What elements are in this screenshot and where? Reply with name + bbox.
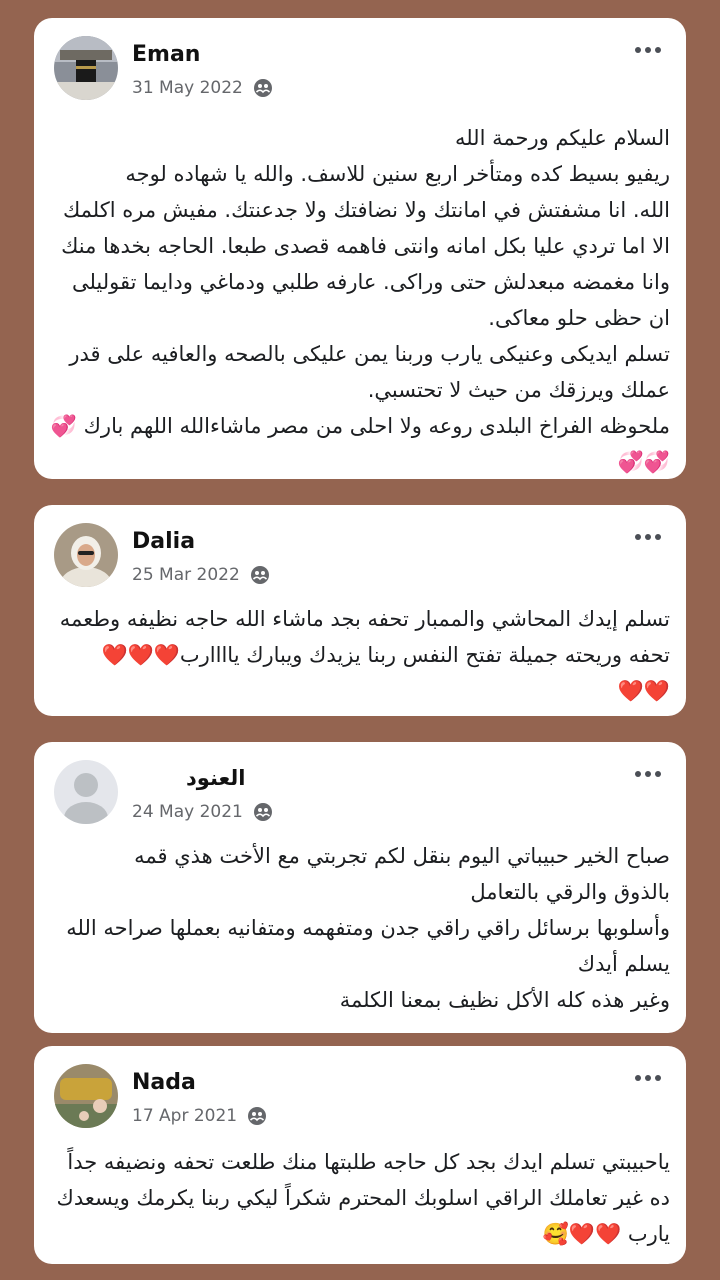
post-line: بالذوق والرقي بالتعامل (470, 880, 670, 904)
post-line: عملك ويرزقك من حيث لا تحتسبي. (367, 378, 670, 402)
post-line: الا اما تردي عليا بكل امانه وانتى فاهمه … (61, 234, 670, 258)
post-meta: 25 Mar 2022 (132, 565, 270, 585)
post-date[interactable]: 24 May 2021 (132, 802, 243, 822)
review-card: Nada 17 Apr 2021 ياحبيبتي تسلم ايدك بجد … (34, 1046, 686, 1264)
avatar[interactable] (54, 760, 118, 824)
friends-audience-icon[interactable] (250, 565, 270, 585)
post-text: تسلم إيدك المحاشي والممبار تحفه بجد ماشا… (59, 601, 670, 709)
post-line: وغير هذه كله الأكل نظيف بمعنا الكلمة (339, 988, 670, 1012)
friends-audience-icon[interactable] (253, 802, 273, 822)
post-line: ريفيو بسيط كده ومتأخر اربع سنين للاسف. و… (125, 162, 670, 186)
post-line: صباح الخير حبيباتي اليوم بنقل لكم تجربتي… (134, 844, 670, 868)
review-card: Eman 31 May 2022 السلام عليكم ورحمة الله… (34, 18, 686, 479)
post-meta: 31 May 2022 (132, 78, 273, 98)
post-line: وأسلوبها برسائل راقي راقي جدن ومتفهمه وم… (66, 916, 670, 940)
post-line: وانا مغمضه مبعدلش حتى وراكى. عارفه طلبي … (71, 270, 670, 294)
post-meta: 24 May 2021 (132, 802, 273, 822)
friends-audience-icon[interactable] (247, 1106, 267, 1126)
post-line: ده غير تعاملك الراقي اسلوبك المحترم شكرا… (56, 1186, 670, 1210)
post-date[interactable]: 25 Mar 2022 (132, 565, 240, 585)
post-line: يسلم أيدك (577, 952, 670, 976)
avatar[interactable] (54, 523, 118, 587)
post-line: الله. انا مشفتش في امانتك ولا نضافتك ولا… (62, 198, 670, 222)
avatar-photo (54, 1064, 118, 1128)
post-line: تحفه وريحته جميلة تفتح النفس ربنا يزيدك … (101, 643, 670, 667)
post-date[interactable]: 31 May 2022 (132, 78, 243, 98)
review-card: العنود 24 May 2021 صباح الخير حبيباتي ال… (34, 742, 686, 1033)
post-text: ياحبيبتي تسلم ايدك بجد كل حاجه طلبتها من… (56, 1144, 670, 1252)
author-name[interactable]: Nada (132, 1070, 196, 1095)
avatar[interactable] (54, 36, 118, 100)
post-line: 💞💞 (617, 450, 670, 474)
post-line: ان حظى حلو معاكى. (488, 306, 670, 330)
author-name[interactable]: Eman (132, 42, 200, 67)
more-options-icon[interactable] (628, 527, 668, 547)
post-line: تسلم ايديكى وعنيكى يارب وربنا يمن عليكى … (69, 342, 670, 366)
default-avatar-icon (54, 760, 118, 824)
author-name[interactable]: العنود (186, 766, 245, 790)
review-card: Dalia 25 Mar 2022 تسلم إيدك المحاشي والم… (34, 505, 686, 716)
avatar-photo (54, 523, 118, 587)
more-options-icon[interactable] (628, 40, 668, 60)
post-text: صباح الخير حبيباتي اليوم بنقل لكم تجربتي… (64, 838, 670, 1018)
avatar[interactable] (54, 1064, 118, 1128)
post-line: السلام عليكم ورحمة الله (454, 126, 670, 150)
post-line: ملحوظه الفراخ البلدى روعه ولا احلى من مص… (50, 414, 670, 438)
post-meta: 17 Apr 2021 (132, 1106, 267, 1126)
post-line: تسلم إيدك المحاشي والممبار تحفه بجد ماشا… (59, 607, 670, 631)
more-options-icon[interactable] (628, 1068, 668, 1088)
post-line: ياحبيبتي تسلم ايدك بجد كل حاجه طلبتها من… (67, 1150, 670, 1174)
more-options-icon[interactable] (628, 764, 668, 784)
friends-audience-icon[interactable] (253, 78, 273, 98)
post-date[interactable]: 17 Apr 2021 (132, 1106, 237, 1126)
post-text: السلام عليكم ورحمة الله ريفيو بسيط كده و… (50, 120, 670, 480)
avatar-kaaba-image (54, 36, 118, 100)
post-line: ❤️❤️ (617, 679, 670, 703)
author-name[interactable]: Dalia (132, 529, 195, 554)
post-line: يارب ❤️❤️🥰 (542, 1222, 670, 1246)
